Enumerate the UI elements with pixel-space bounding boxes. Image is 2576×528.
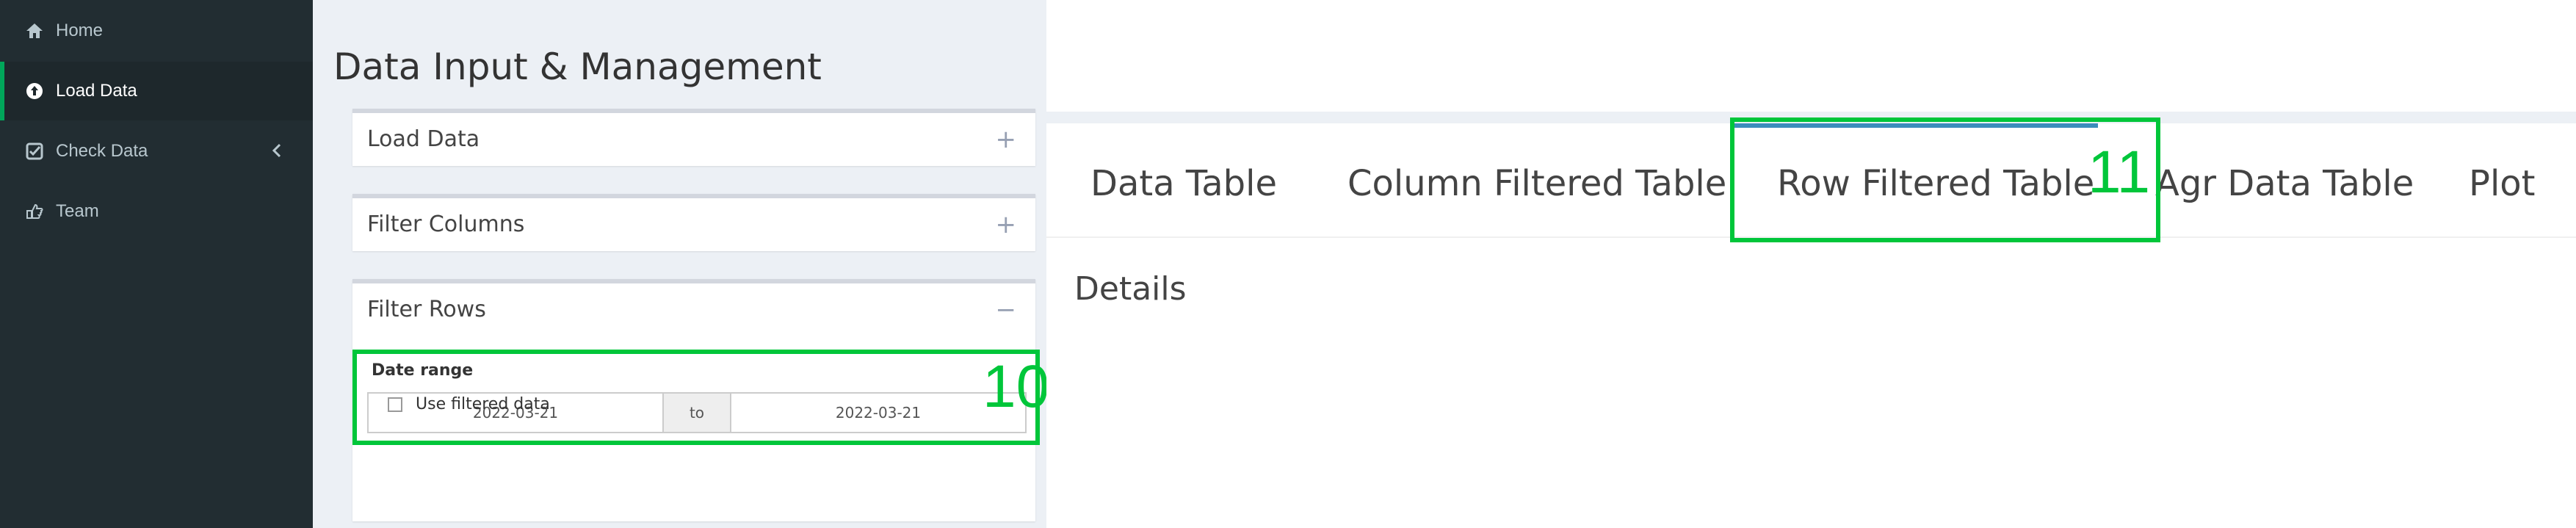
tab-column-filtered-table[interactable]: Column Filtered Table [1347, 163, 1726, 204]
annotation-label: 10 [983, 353, 1050, 420]
date-separator: to [664, 392, 730, 433]
box-title: Load Data [367, 126, 480, 152]
sidebar-item-label: Home [56, 21, 104, 40]
sidebar-item-load-data[interactable]: Load Data [0, 62, 313, 120]
sidebar-item-label: Team [56, 201, 99, 221]
sidebar-item-home[interactable]: Home [0, 1, 313, 60]
details-heading: Details [1074, 270, 1187, 308]
input-panel: Data Input & Management Load Data + Filt… [313, 0, 1049, 528]
use-filtered-data-checkbox[interactable]: Use filtered data [388, 395, 550, 413]
upload-icon [25, 82, 44, 101]
page-title: Data Input & Management [333, 46, 822, 88]
date-range-label: Date range [372, 361, 474, 380]
expand-button[interactable]: + [996, 125, 1017, 154]
expand-button[interactable]: + [996, 210, 1017, 239]
home-icon [25, 21, 44, 40]
checkbox[interactable] [388, 397, 402, 412]
sidebar: Home Load Data Check Data Team [0, 0, 313, 528]
hand-pointer-icon [25, 202, 44, 221]
box-title: Filter Columns [367, 211, 525, 237]
collapse-button[interactable]: − [996, 295, 1017, 325]
annotation-label: 11 [2088, 139, 2151, 206]
load-data-box: Load Data + [352, 109, 1035, 166]
sidebar-item-label: Check Data [56, 141, 148, 161]
tab-plot[interactable]: Plot [2469, 163, 2535, 204]
filter-rows-box: Filter Rows − Date range 2022-03-21 to 2… [352, 279, 1049, 521]
box-title: Filter Rows [367, 297, 486, 322]
top-blank-area [1046, 0, 2576, 112]
tab-agr-data-table[interactable]: Agr Data Table [2155, 163, 2414, 204]
check-square-icon [25, 142, 44, 161]
sidebar-item-check-data[interactable]: Check Data [0, 122, 313, 181]
sidebar-item-label: Load Data [56, 81, 137, 101]
chevron-left-icon[interactable] [267, 141, 286, 160]
tab-data-table[interactable]: Data Table [1090, 163, 1277, 204]
filter-columns-box: Filter Columns + [352, 194, 1035, 251]
sidebar-item-team[interactable]: Team [0, 182, 313, 241]
checkbox-label: Use filtered data [416, 395, 550, 413]
